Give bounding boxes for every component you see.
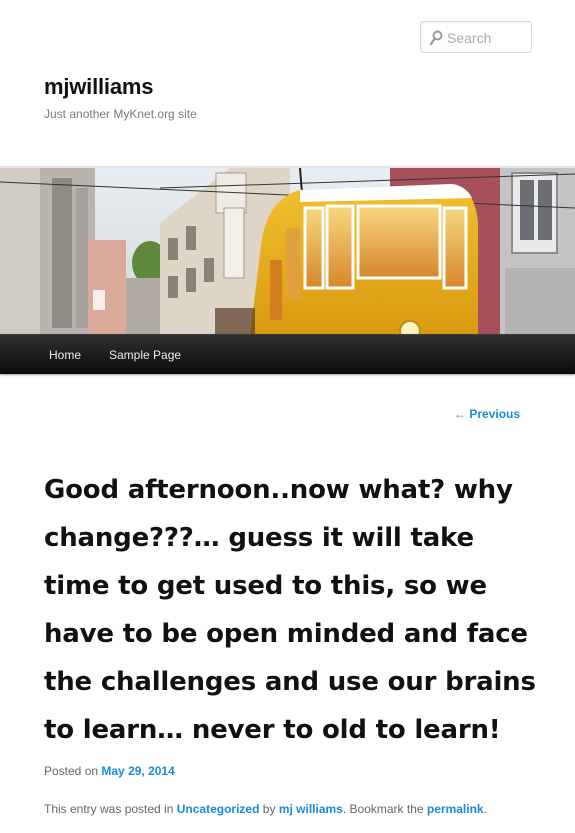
bookmark-text: . Bookmark the xyxy=(342,802,424,816)
posted-on-label: Posted on xyxy=(44,764,99,778)
header-banner-image xyxy=(0,168,575,335)
page: mjwilliams Just another MyKnet.org site xyxy=(0,0,575,833)
site-title[interactable]: mjwilliams xyxy=(44,74,153,100)
site-description: Just another MyKnet.org site xyxy=(44,107,197,121)
author-link[interactable]: mj williams xyxy=(279,802,343,816)
previous-post-link[interactable]: ← Previous xyxy=(454,407,520,421)
nav-item-sample-page[interactable]: Sample Page xyxy=(109,348,181,362)
nav-item-home[interactable]: Home xyxy=(49,348,81,362)
entry-footer: This entry was posted in Uncategorized b… xyxy=(44,802,487,816)
footer-end: . xyxy=(483,802,487,816)
post-title: Good afternoon..now what? why change???…… xyxy=(44,475,536,745)
main-navigation: Home Sample Page xyxy=(0,334,575,374)
tram-street-illustration xyxy=(0,168,575,335)
permalink-link[interactable]: permalink xyxy=(427,802,484,816)
by-label: by xyxy=(262,802,276,816)
post-meta: Posted on May 29, 2014 xyxy=(44,764,175,778)
posted-in-label: This entry was posted in xyxy=(44,802,174,816)
category-link[interactable]: Uncategorized xyxy=(177,802,260,816)
search-input[interactable] xyxy=(447,27,529,49)
search-icon xyxy=(429,30,443,46)
post-date-link[interactable]: May 29, 2014 xyxy=(101,764,174,778)
search-field[interactable] xyxy=(420,21,532,53)
